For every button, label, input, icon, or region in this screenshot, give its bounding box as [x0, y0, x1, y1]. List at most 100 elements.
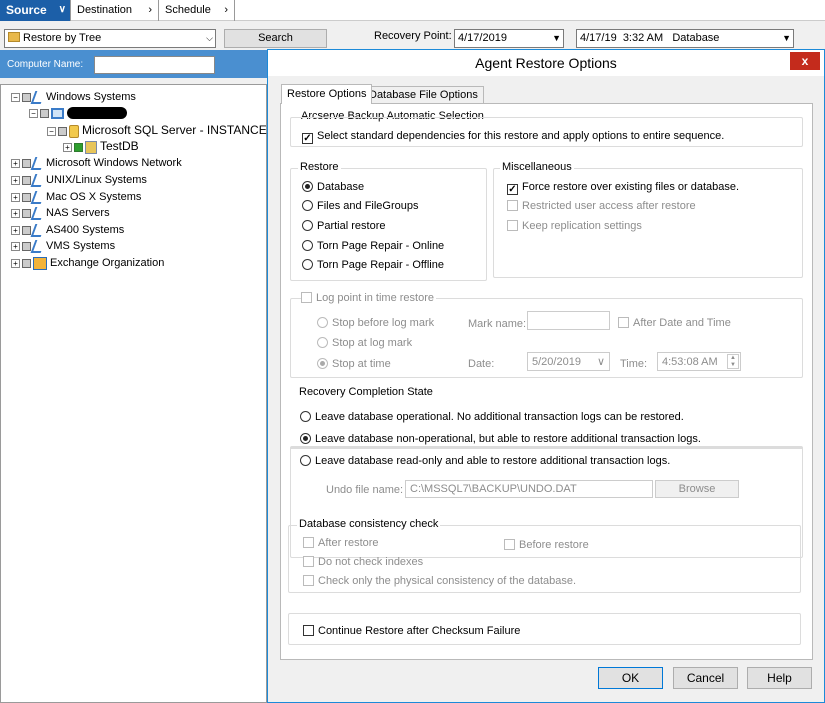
expand-icon[interactable]: + [11, 241, 20, 251]
miscellaneous-title: Miscellaneous [500, 161, 574, 173]
mark-name-label: Mark name: [468, 318, 527, 330]
close-button[interactable]: x [790, 52, 820, 70]
radio-label: Torn Page Repair - Online [317, 240, 445, 252]
log-point-option[interactable]: Log point in time restore [301, 291, 437, 305]
radio-torn-page-online[interactable]: Torn Page Repair - Online [302, 239, 444, 253]
tree-checkbox[interactable] [22, 175, 31, 185]
tree-node-nas[interactable]: + NAS Servers [11, 205, 110, 221]
tree-checkbox[interactable] [58, 126, 67, 136]
tree-node-unix[interactable]: + UNIX/Linux Systems [11, 172, 147, 188]
recovery-date-value: 4/17/2019 [458, 32, 507, 44]
tree-label: Exchange Organization [50, 257, 165, 269]
tree-checkbox[interactable] [22, 192, 31, 202]
checkbox-icon[interactable] [507, 220, 518, 231]
tab-restore-options[interactable]: Restore Options [281, 84, 373, 104]
tree-node-testdb[interactable]: + TestDB [63, 138, 139, 154]
radio-torn-page-offline[interactable]: Torn Page Repair - Offline [302, 258, 444, 272]
network-icon [30, 173, 46, 187]
expand-icon[interactable]: + [11, 158, 20, 168]
radio-stop-at-mark[interactable]: Stop at log mark [317, 336, 412, 350]
recovery-point-label: Recovery Point: [374, 30, 452, 42]
radio-files-filegroups[interactable]: Files and FileGroups [302, 199, 419, 213]
tree-checkbox[interactable] [22, 158, 31, 168]
date-picker[interactable]: 5/20/2019 ∨ [527, 352, 610, 371]
computer-name-input[interactable] [94, 56, 215, 74]
tab-destination[interactable]: Destination › [71, 0, 159, 21]
checkbox-icon[interactable] [507, 200, 518, 211]
keep-replication-option[interactable]: Keep replication settings [507, 219, 642, 233]
tree-label: NAS Servers [46, 207, 110, 219]
time-spinner[interactable]: 4:53:08 AM ▲ ▼ [657, 352, 741, 371]
tree-node-vms[interactable]: + VMS Systems [11, 238, 115, 254]
radio-icon[interactable] [302, 240, 313, 251]
radio-icon[interactable] [302, 200, 313, 211]
radio-partial-restore[interactable]: Partial restore [302, 219, 385, 233]
expand-icon[interactable]: + [11, 208, 20, 218]
radio-icon[interactable] [302, 259, 313, 270]
tree-checkbox[interactable] [22, 208, 31, 218]
collapse-icon[interactable]: − [29, 108, 38, 118]
radio-stop-before-mark[interactable]: Stop before log mark [317, 316, 434, 330]
expand-icon[interactable]: + [63, 142, 72, 152]
checkbox-icon[interactable] [618, 317, 629, 328]
checkbox-checked-icon[interactable]: ✓ [507, 184, 518, 195]
tree-node-mswin[interactable]: + Microsoft Windows Network [11, 155, 182, 171]
database-icon [85, 140, 97, 154]
network-icon [30, 239, 46, 253]
chevron-down-icon: ∨ [596, 356, 605, 368]
radio-icon[interactable] [317, 317, 328, 328]
chevron-down-icon: ▼ [552, 33, 561, 43]
force-restore-label: Force restore over existing files or dat… [522, 181, 740, 193]
radio-icon[interactable] [302, 220, 313, 231]
collapse-icon[interactable]: − [11, 92, 20, 102]
radio-label: Files and FileGroups [317, 200, 419, 212]
tree-checkbox[interactable] [22, 258, 31, 268]
checkbox-icon[interactable] [301, 292, 312, 303]
computer-name-label: Computer Name: [7, 59, 84, 70]
agent-restore-options-dialog: Agent Restore Options x Restore Options … [267, 49, 825, 703]
ok-button[interactable]: OK [598, 667, 663, 689]
radio-selected-icon[interactable] [302, 181, 313, 192]
tab-source[interactable]: Source ∨ [0, 0, 71, 21]
tree-checkbox[interactable] [22, 92, 31, 102]
tree-node-as400[interactable]: + AS400 Systems [11, 222, 124, 238]
collapse-icon[interactable]: − [47, 126, 56, 136]
help-button[interactable]: Help [747, 667, 812, 689]
mark-name-input[interactable] [527, 311, 610, 330]
radio-icon[interactable] [317, 337, 328, 348]
checkbox-checked-icon[interactable]: ✓ [302, 133, 313, 144]
tree-checkbox[interactable] [22, 241, 31, 251]
auto-selection-option[interactable]: ✓ Select standard dependencies for this r… [302, 129, 724, 144]
tree-node-mac[interactable]: + Mac OS X Systems [11, 189, 141, 205]
expand-icon[interactable]: + [11, 258, 20, 268]
spinner-icon[interactable]: ▲ ▼ [727, 354, 739, 369]
tree-label: Microsoft Windows Network [46, 157, 182, 169]
expand-icon[interactable]: + [11, 192, 20, 202]
tree-checkbox[interactable] [40, 108, 49, 118]
force-restore-option[interactable]: ✓ Force restore over existing files or da… [507, 180, 739, 195]
search-button[interactable]: Search [224, 29, 327, 48]
radio-selected-icon[interactable] [317, 358, 328, 369]
keep-replication-label: Keep replication settings [522, 220, 642, 232]
tree-checkbox[interactable] [74, 142, 83, 152]
radio-database[interactable]: Database [302, 180, 364, 194]
after-date-time-option[interactable]: After Date and Time [618, 316, 731, 330]
recovery-session-select[interactable]: 4/17/19 3:32 AM Database ▼ [576, 29, 794, 48]
tab-schedule[interactable]: Schedule › [159, 0, 235, 21]
recovery-date-select[interactable]: 4/17/2019 ▼ [454, 29, 564, 48]
tree-node-exchange[interactable]: + Exchange Organization [11, 255, 164, 271]
tree-node-sql[interactable]: − Microsoft SQL Server - INSTANCE2 [47, 122, 273, 138]
expand-icon[interactable]: + [11, 175, 20, 185]
tree-node-windows[interactable]: − Windows Systems [11, 89, 136, 105]
tree-node-host[interactable]: − [29, 105, 127, 121]
restricted-access-option[interactable]: Restricted user access after restore [507, 199, 696, 213]
after-date-time-label: After Date and Time [633, 317, 731, 329]
radio-stop-at-time[interactable]: Stop at time [317, 357, 391, 371]
recovery-state-group [290, 446, 803, 558]
tab-database-file-options[interactable]: Database File Options [363, 86, 484, 103]
restore-mode-select[interactable]: Restore by Tree ⌵ [4, 29, 216, 48]
tree-label: Windows Systems [46, 91, 136, 103]
cancel-button[interactable]: Cancel [673, 667, 738, 689]
expand-icon[interactable]: + [11, 225, 20, 235]
tree-checkbox[interactable] [22, 225, 31, 235]
